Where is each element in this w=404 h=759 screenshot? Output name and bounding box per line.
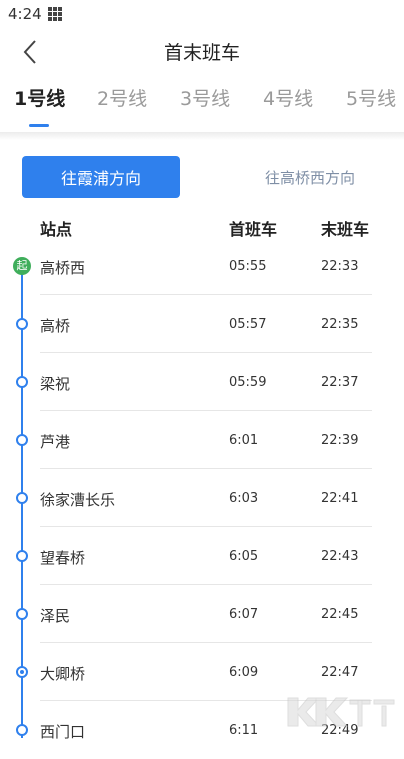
direction-switch: 往霞浦方向 往高桥西方向 — [0, 156, 404, 198]
status-time: 4:24 — [8, 5, 42, 23]
tab-line-4[interactable]: 4号线 — [263, 84, 346, 130]
first-train-time: 6:11 — [229, 723, 259, 738]
station-node-icon — [16, 318, 28, 330]
first-train-time: 6:03 — [229, 491, 259, 506]
first-train-time: 05:57 — [229, 317, 267, 332]
tab-line-2[interactable]: 2号线 — [97, 84, 180, 130]
station-node-icon — [16, 434, 28, 446]
last-train-time: 22:43 — [321, 549, 359, 564]
tab-label: 3号线 — [180, 88, 231, 110]
tab-line-3[interactable]: 3号线 — [180, 84, 263, 130]
page-title: 首末班车 — [163, 42, 240, 64]
station-node-icon — [16, 608, 28, 620]
station-name: 高桥西 — [40, 259, 86, 277]
line-tabs: 1号线 2号线 3号线 4号线 5号线 — [0, 84, 404, 130]
table-row[interactable]: 芦港 6:01 22:39 — [0, 411, 404, 469]
schedule-table-header: 站点 首班车 末班车 — [0, 212, 404, 240]
table-row[interactable]: 泽民 6:07 22:45 — [0, 585, 404, 643]
last-train-time: 22:45 — [321, 607, 359, 622]
first-train-time: 05:59 — [229, 375, 267, 390]
table-row[interactable]: 徐家漕长乐 6:03 22:41 — [0, 469, 404, 527]
station-node-icon — [16, 550, 28, 562]
first-train-time: 6:07 — [229, 607, 259, 622]
schedule-list: 起 高桥西 05:55 22:33 高桥 05:57 22:35 梁祝 05:5… — [0, 237, 404, 759]
station-name: 望春桥 — [40, 549, 86, 567]
transfer-station-icon — [16, 666, 28, 678]
last-train-time: 22:41 — [321, 491, 359, 506]
tabs-divider — [0, 132, 404, 140]
start-station-icon: 起 — [13, 257, 31, 275]
status-bar: 4:24 — [0, 0, 404, 28]
station-name: 泽民 — [40, 607, 71, 625]
station-node-icon — [16, 724, 28, 736]
table-row[interactable]: 望春桥 6:05 22:43 — [0, 527, 404, 585]
first-train-time: 6:05 — [229, 549, 259, 564]
station-name: 高桥 — [40, 317, 71, 335]
active-tab-indicator — [29, 124, 49, 127]
tab-label: 2号线 — [97, 88, 148, 110]
station-name: 芦港 — [40, 433, 71, 451]
tab-line-5[interactable]: 5号线 — [346, 84, 404, 130]
last-train-time: 22:37 — [321, 375, 359, 390]
station-name: 徐家漕长乐 — [40, 491, 116, 509]
first-train-time: 6:01 — [229, 433, 259, 448]
last-train-time: 22:35 — [321, 317, 359, 332]
tab-label: 5号线 — [346, 88, 397, 110]
app-grid-icon — [47, 7, 64, 21]
station-name: 梁祝 — [40, 375, 71, 393]
nav-bar: 首末班车 — [0, 30, 404, 74]
first-train-time: 05:55 — [229, 259, 267, 274]
direction-button-other[interactable]: 往高桥西方向 — [230, 156, 390, 198]
tab-line-1[interactable]: 1号线 — [14, 84, 97, 130]
table-row[interactable]: 起 高桥西 05:55 22:33 — [0, 237, 404, 295]
station-name: 大卿桥 — [40, 665, 86, 683]
station-node-icon — [16, 376, 28, 388]
station-node-icon — [16, 492, 28, 504]
watermark-logo — [287, 697, 395, 727]
last-train-time: 22:33 — [321, 259, 359, 274]
station-name: 西门口 — [40, 723, 86, 741]
table-row[interactable]: 梁祝 05:59 22:37 — [0, 353, 404, 411]
last-train-time: 22:47 — [321, 665, 359, 680]
direction-button-active[interactable]: 往霞浦方向 — [22, 156, 180, 198]
last-train-time: 22:39 — [321, 433, 359, 448]
table-row[interactable]: 高桥 05:57 22:35 — [0, 295, 404, 353]
tab-label: 1号线 — [14, 88, 66, 110]
first-train-time: 6:09 — [229, 665, 259, 680]
tab-label: 4号线 — [263, 88, 314, 110]
